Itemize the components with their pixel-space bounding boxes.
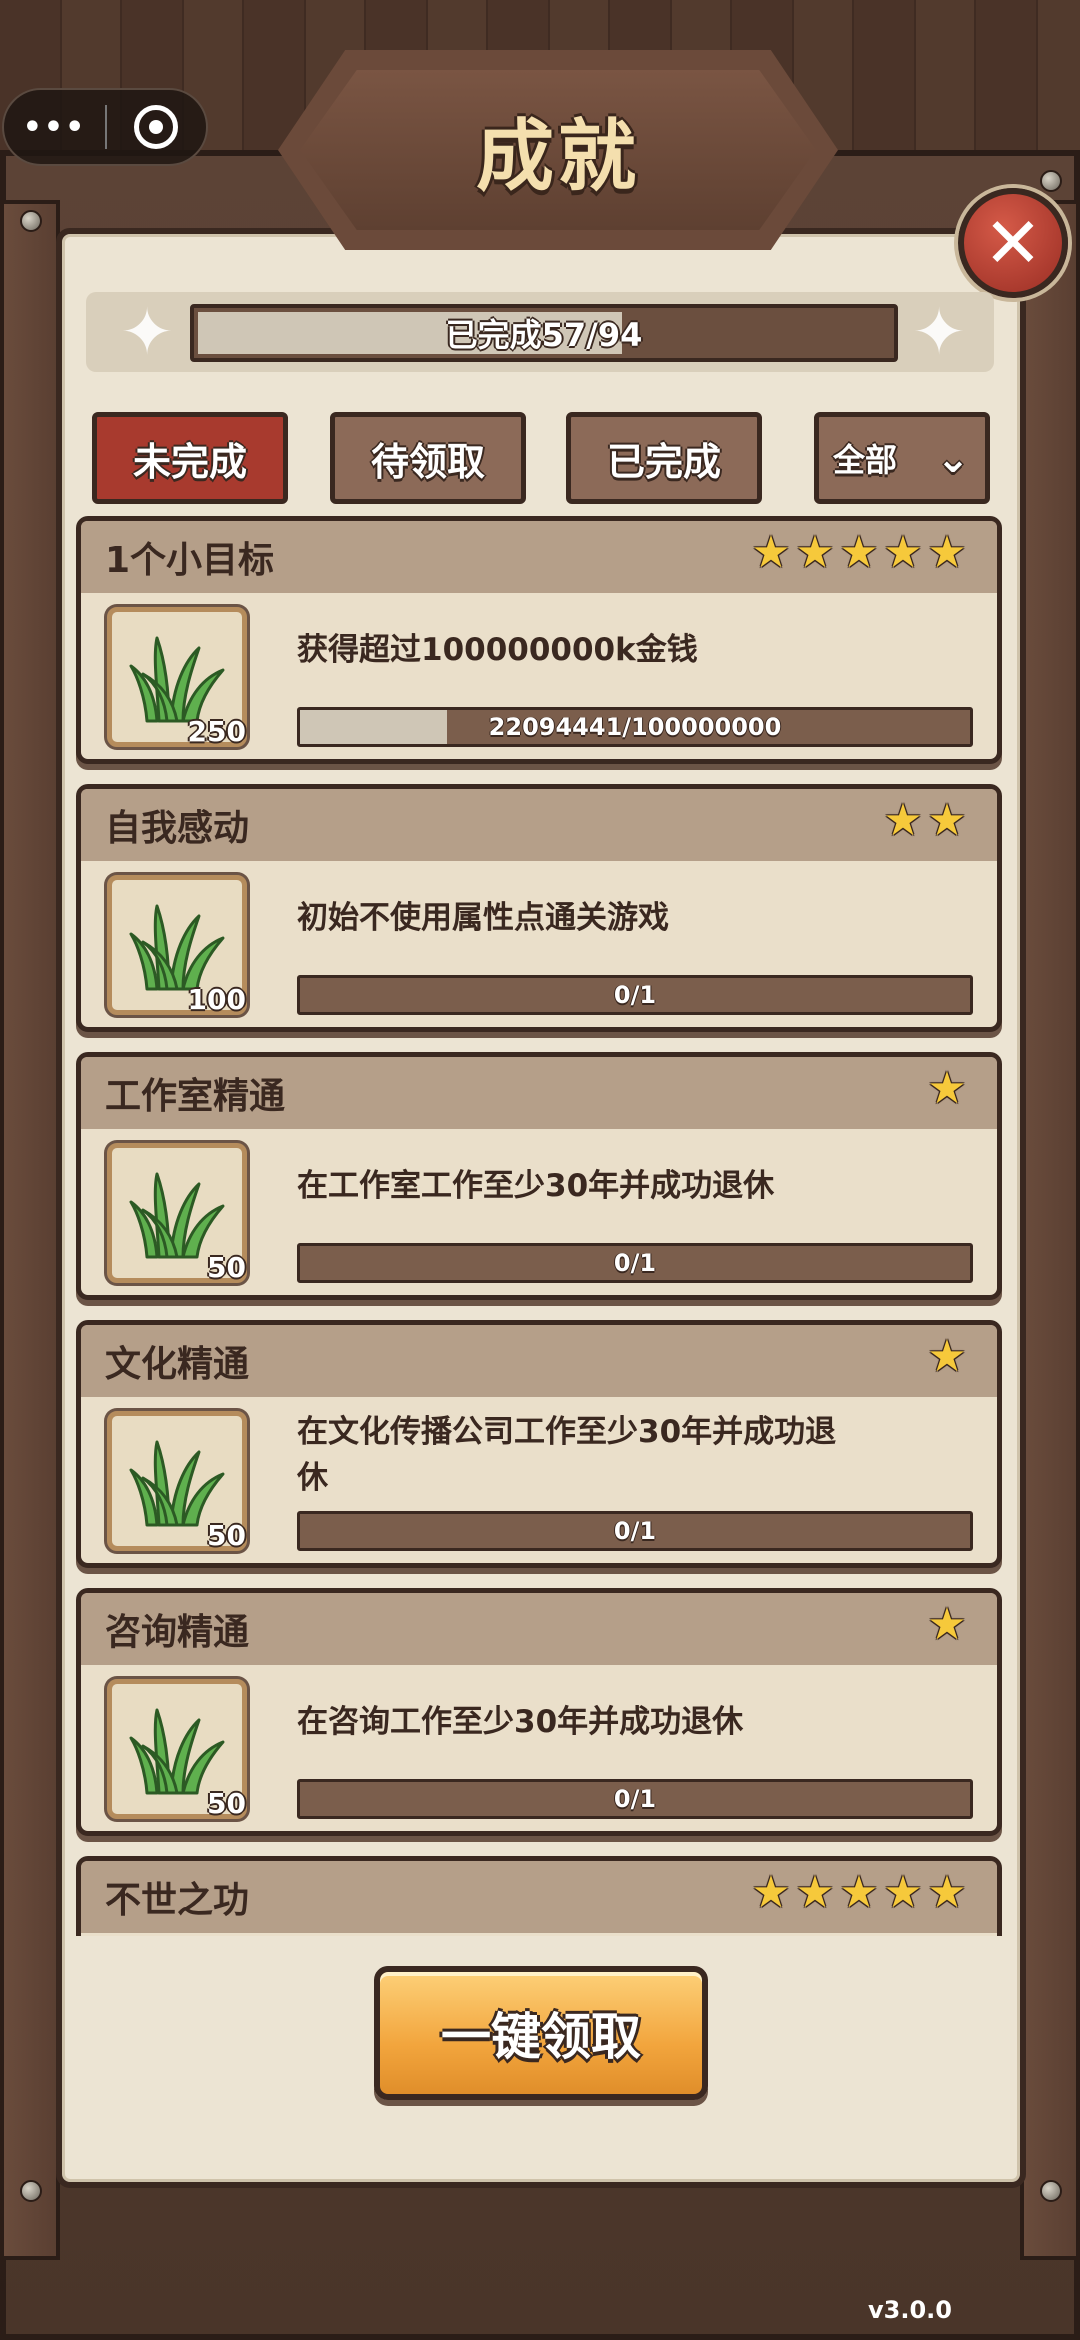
- star-icon: ★: [927, 1599, 967, 1650]
- tab-incomplete-label: 未完成: [132, 439, 247, 484]
- star-rating: ★ ★ ★ ★ ★: [751, 1867, 967, 1918]
- achievement-progress-bar: 0/1: [297, 1243, 973, 1283]
- close-button[interactable]: ✕: [958, 188, 1068, 298]
- grass-icon: [129, 1440, 225, 1527]
- card-header: 文化精通 ★: [81, 1325, 997, 1397]
- star-icon: ★: [751, 527, 791, 578]
- tab-completed-label: 已完成: [606, 439, 721, 484]
- grass-icon: [129, 1708, 225, 1795]
- grass-icon: [129, 904, 225, 991]
- star-rating: ★: [927, 1063, 967, 1114]
- claim-all-button[interactable]: 一键领取: [374, 1966, 708, 2100]
- achievement-title: 文化精通: [105, 1344, 250, 1385]
- sparkle-icon: ✦: [912, 296, 966, 370]
- star-rating: ★: [927, 1331, 967, 1382]
- star-icon: ★: [883, 1867, 923, 1918]
- star-icon: ★: [839, 527, 879, 578]
- star-icon: ★: [927, 527, 967, 578]
- achievement-title: 工作室精通: [105, 1076, 286, 1117]
- star-icon: ★: [927, 795, 967, 846]
- achievement-progress-bar: 22094441/100000000: [297, 707, 973, 747]
- star-icon: ★: [883, 527, 923, 578]
- star-icon: ★: [839, 1867, 879, 1918]
- frame-right-post: [1020, 200, 1080, 2260]
- reward-icon-box: 250: [107, 607, 247, 748]
- grass-icon: [129, 1172, 225, 1259]
- star-icon: ★: [795, 1867, 835, 1918]
- achievement-description: 初始不使用属性点通关游戏: [297, 900, 669, 936]
- overall-progress-bar: 已完成57/94: [190, 304, 898, 362]
- achievement-title: 咨询精通: [105, 1612, 250, 1653]
- grass-icon: [129, 636, 225, 723]
- tab-incomplete[interactable]: 未完成: [92, 412, 288, 504]
- star-rating: ★ ★ ★ ★ ★: [751, 527, 967, 578]
- card-header: 1个小目标 ★ ★ ★ ★ ★: [81, 521, 997, 593]
- tab-to-claim-label: 待领取: [370, 439, 485, 484]
- tab-to-claim[interactable]: 待领取: [330, 412, 526, 504]
- bolt-icon: [1040, 170, 1062, 192]
- achievement-title: 1个小目标: [105, 540, 275, 581]
- bolt-icon: [1040, 2180, 1062, 2202]
- star-icon: ★: [927, 1063, 967, 1114]
- achievement-card: 自我感动 ★ ★ 100 初始不使用属性点通关游戏 0/1: [76, 784, 1002, 1032]
- star-rating: ★ ★: [883, 795, 967, 846]
- overall-progress-label: 已完成57/94: [445, 316, 643, 354]
- mini-program-capsule: •••: [2, 88, 208, 166]
- achievement-card: 咨询精通 ★ 50 在咨询工作至少30年并成功退休 0/1: [76, 1588, 1002, 1836]
- tab-completed[interactable]: 已完成: [566, 412, 762, 504]
- achievement-description: 获得超过100000000k金钱: [297, 632, 698, 668]
- achievement-progress-label: 0/1: [613, 1517, 657, 1545]
- star-icon: ★: [751, 1867, 791, 1918]
- reward-count: 250: [187, 715, 246, 748]
- achievement-progress-bar: 0/1: [297, 975, 973, 1015]
- card-header: 咨询精通 ★: [81, 1593, 997, 1665]
- card-header: 自我感动 ★ ★: [81, 789, 997, 861]
- page-title: 成就: [475, 112, 640, 202]
- achievement-description: 在咨询工作至少30年并成功退休: [297, 1704, 744, 1740]
- target-close-icon[interactable]: [107, 90, 206, 164]
- filter-dropdown-label: 全部: [833, 441, 898, 479]
- star-icon: ★: [927, 1867, 967, 1918]
- star-rating: ★: [927, 1599, 967, 1650]
- card-header: 不世之功 ★ ★ ★ ★ ★: [81, 1861, 997, 1933]
- sparkle-icon: ✦: [120, 296, 174, 370]
- achievement-card: 1个小目标 ★ ★ ★ ★ ★ 250 获得超过100000000k金钱 22094441/10…: [76, 516, 1002, 764]
- achievement-progress-label: 22094441/100000000: [488, 713, 782, 741]
- reward-icon-box: 100: [107, 875, 247, 1016]
- achievement-card: 文化精通 ★ 50 在文化传播公司工作至少30年并成功退休 0/1: [76, 1320, 1002, 1568]
- achievement-description: 在工作室工作至少30年并成功退休: [297, 1168, 775, 1204]
- star-icon: ★: [927, 1331, 967, 1382]
- chevron-down-icon: ⌄: [936, 436, 970, 482]
- star-icon: ★: [883, 795, 923, 846]
- achievement-progress-label: 0/1: [613, 981, 657, 1009]
- achievement-card: 不世之功 ★ ★ ★ ★ ★: [76, 1856, 1002, 1936]
- reward-icon-box: 50: [107, 1679, 247, 1820]
- more-dots-icon[interactable]: •••: [4, 90, 105, 164]
- achievement-description: 在文化传播公司工作至少30年并成功退休: [297, 1414, 837, 1496]
- achievement-progress-label: 0/1: [613, 1785, 657, 1813]
- reward-count: 50: [207, 1251, 246, 1284]
- achievement-list: 1个小目标 ★ ★ ★ ★ ★ 250 获得超过100000000k金钱 22094441/10…: [76, 516, 1006, 1936]
- version-label: v3.0.0: [868, 2296, 952, 2324]
- bolt-icon: [20, 2180, 42, 2202]
- reward-count: 100: [187, 983, 246, 1016]
- reward-icon-box: 50: [107, 1143, 247, 1284]
- achievement-title: 自我感动: [105, 808, 250, 849]
- reward-icon-box: 50: [107, 1411, 247, 1552]
- frame-left-post: [0, 200, 60, 2260]
- card-header: 工作室精通 ★: [81, 1057, 997, 1129]
- reward-count: 50: [207, 1519, 246, 1552]
- achievement-title: 不世之功: [105, 1880, 250, 1921]
- achievement-progress-bar: 0/1: [297, 1511, 973, 1551]
- achievement-progress-label: 0/1: [613, 1249, 657, 1277]
- achievement-card: 工作室精通 ★ 50 在工作室工作至少30年并成功退休 0/1: [76, 1052, 1002, 1300]
- close-icon: ✕: [983, 202, 1043, 284]
- bolt-icon: [20, 210, 42, 232]
- filter-dropdown[interactable]: 全部 ⌄: [814, 412, 990, 504]
- achievement-progress-bar: 0/1: [297, 1779, 973, 1819]
- reward-count: 50: [207, 1787, 246, 1820]
- star-icon: ★: [795, 527, 835, 578]
